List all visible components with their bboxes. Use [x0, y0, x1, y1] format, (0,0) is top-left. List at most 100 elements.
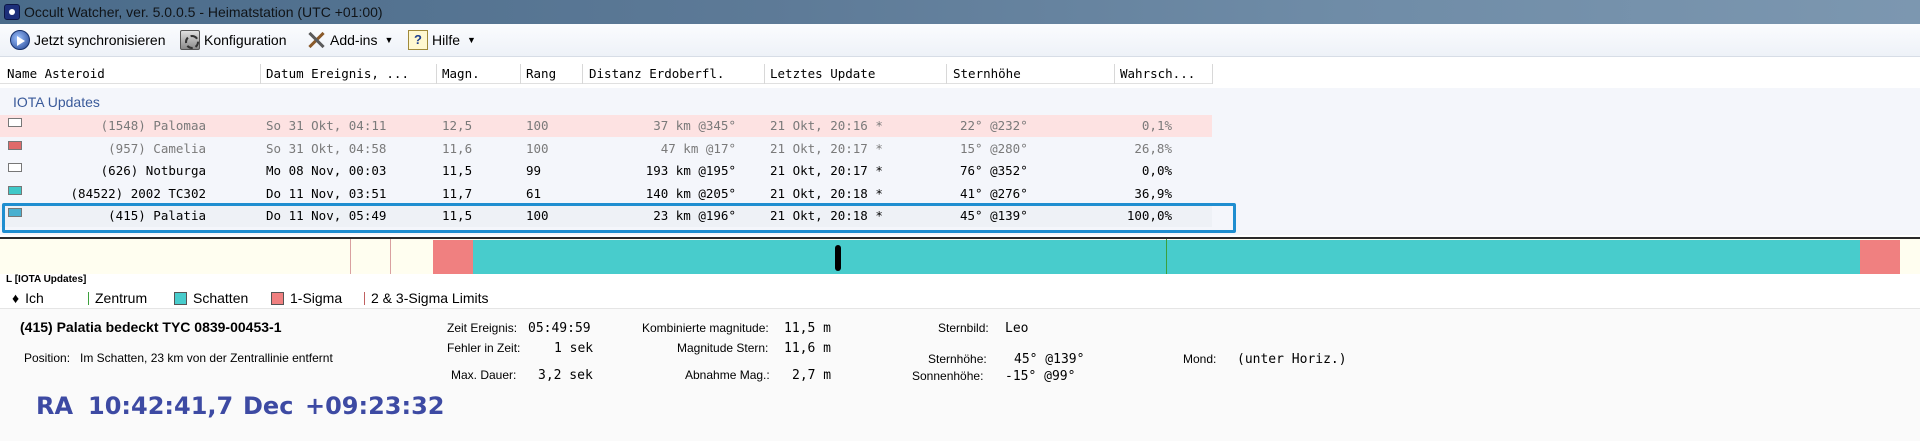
combined-mag-label: Kombinierte magnitude: — [642, 321, 769, 335]
sun-altitude-label: Sonnenhöhe: — [912, 369, 984, 383]
legend-limits: 2 & 3-Sigma Limits — [364, 290, 488, 306]
cell-prob: 26,8% — [1134, 140, 1172, 156]
cell-prob: 36,9% — [1134, 185, 1172, 201]
column-header-last-update[interactable]: Letztes Update — [770, 66, 875, 81]
column-header-rank[interactable]: Rang — [526, 66, 556, 81]
star-mag-value: 11,6 m — [784, 341, 831, 356]
sun-altitude-value: -15° @99° — [1005, 369, 1076, 384]
combined-mag-value: 11,5 m — [784, 321, 831, 336]
limit-line — [390, 239, 391, 276]
configuration-label: Konfiguration — [204, 32, 287, 48]
column-header-mag[interactable]: Magn. — [442, 66, 480, 81]
row-color-swatch[interactable] — [8, 140, 22, 150]
cell-date: Do 11 Nov, 03:51 — [266, 185, 387, 201]
column-header-distance[interactable]: Distanz Erdoberfl. — [589, 66, 724, 81]
cell-update: 21 Okt, 20:18 * — [770, 185, 883, 201]
chevron-down-icon: ▼ — [384, 35, 394, 45]
observer-marker — [835, 245, 841, 271]
cell-name: (626) Notburga — [100, 163, 206, 178]
chevron-down-icon: ▼ — [467, 35, 476, 45]
ra-value: 10:42:41,7 — [88, 392, 234, 420]
cell-dist: 37 km @345° — [653, 118, 736, 133]
event-details: (415) Palatia bedeckt TYC 0839-00453-1 P… — [0, 308, 1920, 441]
cell-rank: 99 — [526, 163, 542, 178]
cell-prob: 0,1% — [1141, 118, 1172, 133]
grid-header: Name Asteroid Datum Ereignis, ... Magn. … — [0, 64, 1212, 84]
cell-date: So 31 Okt, 04:11 — [266, 118, 387, 133]
max-duration-label: Max. Dauer: — [451, 368, 517, 382]
cell-alt: 41° @276° — [960, 185, 1028, 201]
cell-name: (1548) Palomaa — [100, 118, 206, 133]
legend-sigma: 1-Sigma — [271, 290, 342, 306]
row-color-swatch[interactable] — [8, 185, 22, 195]
center-line — [1166, 239, 1167, 276]
center-line-icon — [88, 291, 89, 305]
cell-rank: 100 — [526, 118, 549, 133]
help-label: Hilfe — [432, 32, 461, 48]
cell-prob: 0,0% — [1141, 163, 1172, 178]
column-header-name[interactable]: Name Asteroid — [7, 66, 105, 81]
app-icon — [4, 4, 20, 20]
event-time-value: 05:49:59 — [528, 321, 591, 336]
table-row[interactable]: (626) Notburga Mo 08 Nov, 00:03 11,5 99 193 … — [0, 160, 1212, 182]
cell-alt: 76° @352° — [960, 163, 1028, 178]
limit-line-icon — [364, 291, 365, 305]
cell-update: 21 Okt, 20:16 * — [770, 118, 883, 133]
diamond-icon: ♦ — [12, 290, 20, 306]
event-time-label: Zeit Ereignis: — [447, 321, 518, 335]
dec-label: Dec — [243, 392, 294, 420]
legend-me: ♦ Ich — [12, 290, 44, 306]
timeline-legend: L [IOTA Updates] ♦ Ich Zentrum Schatten … — [0, 274, 1920, 308]
time-error-value: 1 sek — [554, 341, 594, 356]
help-icon — [408, 30, 428, 50]
table-row[interactable]: (1548) Palomaa So 31 Okt, 04:11 12,5 100 37 … — [0, 115, 1212, 137]
cell-alt: 15° @280° — [960, 140, 1028, 156]
cell-mag: 12,5 — [442, 118, 473, 133]
cell-mag: 11,7 — [442, 185, 473, 201]
column-header-date[interactable]: Datum Ereignis, ... — [266, 66, 409, 81]
position-value: Im Schatten, 23 km von der Zentrallinie … — [80, 351, 333, 365]
occultation-timeline[interactable] — [0, 237, 1920, 276]
event-title: (415) Palatia bedeckt TYC 0839-00453-1 — [20, 319, 282, 335]
cell-date: Mo 08 Nov, 00:03 — [266, 163, 387, 178]
sigma-band-right — [1860, 240, 1900, 274]
cell-mag: 11,6 — [442, 140, 473, 156]
cell-dist: 193 km @195° — [645, 163, 736, 178]
help-menu[interactable]: Hilfe ▼ — [408, 29, 476, 51]
column-header-probability[interactable]: Wahrsch... — [1120, 66, 1195, 81]
dec-value: +09:23:32 — [305, 392, 445, 420]
time-error-label: Fehler in Zeit: — [447, 341, 521, 355]
cell-name: (957) Camelia — [108, 140, 206, 156]
moon-value: (unter Horiz.) — [1237, 352, 1347, 367]
configuration-button[interactable]: Konfiguration — [180, 29, 287, 51]
row-color-swatch[interactable] — [8, 118, 22, 127]
cell-update: 21 Okt, 20:17 * — [770, 140, 883, 156]
constellation-value: Leo — [1005, 321, 1029, 336]
cell-dist: 47 km @17° — [660, 140, 736, 156]
shadow-swatch-icon — [174, 291, 187, 305]
moon-label: Mond: — [1183, 352, 1217, 366]
title-bar: Occult Watcher, ver. 5.0.0.5 - Heimatsta… — [0, 0, 1920, 24]
star-mag-label: Magnitude Stern: — [677, 341, 769, 355]
cell-alt: 22° @232° — [960, 118, 1028, 133]
constellation-label: Sternbild: — [938, 321, 989, 335]
sync-label: Jetzt synchronisieren — [34, 32, 166, 48]
configuration-icon — [180, 30, 200, 50]
limit-line — [350, 239, 351, 276]
window-title: Occult Watcher, ver. 5.0.0.5 - Heimatsta… — [24, 4, 383, 20]
sigma-band-left — [433, 240, 473, 274]
star-altitude-value: 45° @139° — [1014, 352, 1085, 367]
addins-menu[interactable]: Add-ins ▼ — [306, 29, 393, 51]
position-label: Position: — [24, 351, 71, 365]
drop-mag-label: Abnahme Mag.: — [685, 368, 770, 382]
tools-icon — [306, 30, 326, 50]
cell-name: (84522) 2002 TC302 — [70, 185, 206, 201]
column-header-star-altitude[interactable]: Sternhöhe — [953, 66, 1021, 81]
row-color-swatch[interactable] — [8, 163, 22, 172]
sync-button[interactable]: Jetzt synchronisieren — [10, 29, 166, 51]
table-row[interactable]: (84522) 2002 TC302 Do 11 Nov, 03:51 11,7 61… — [0, 183, 1212, 205]
cell-rank: 61 — [526, 185, 542, 201]
addins-label: Add-ins — [330, 32, 378, 48]
table-row[interactable]: (957) Camelia So 31 Okt, 04:58 11,6 100 47 k… — [0, 138, 1212, 160]
group-header[interactable]: IOTA Updates — [13, 94, 100, 110]
